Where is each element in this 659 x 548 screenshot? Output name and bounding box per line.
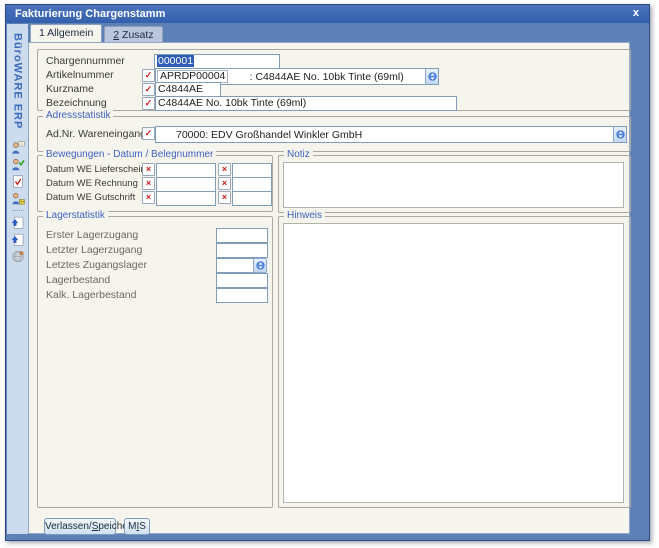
hinweis-textarea[interactable]	[283, 223, 624, 503]
lager-row-label: Kalk. Lagerbestand	[46, 289, 136, 301]
chargennummer-label: Chargennummer	[46, 55, 125, 67]
lagerbestand-input[interactable]	[216, 273, 268, 288]
beleg-rechnung-input[interactable]	[232, 177, 272, 192]
verlassen-speichern-button[interactable]: Verlassen/Speichern	[44, 518, 116, 535]
datum-rechnung-input[interactable]	[156, 177, 216, 192]
kurzname-label: Kurzname	[46, 83, 94, 95]
document-export-alt-icon[interactable]	[11, 233, 25, 246]
form-area: Chargennummer Artikelnummer Kurzname Bez…	[28, 42, 630, 534]
screen: Fakturierung Chargenstamm x 1 Allgemein …	[0, 0, 659, 548]
clear-datum-gutschrift-icon[interactable]: ×	[142, 191, 155, 204]
wareneingang-label: Ad.Nr. Wareneingang	[46, 128, 146, 140]
tab-zusatz[interactable]: 2 Zusatz	[104, 26, 162, 42]
beleg-gutschrift-input[interactable]	[232, 191, 272, 206]
wareneingang-check-icon[interactable]: ✓	[142, 127, 155, 140]
bewegungen-title: Bewegungen - Datum / Belegnummer	[43, 149, 216, 160]
lagerstatistik-group: Lagerstatistik Erster Lagerzugang Letzte…	[37, 216, 273, 508]
clear-beleg-gutschrift-icon[interactable]: ×	[218, 191, 231, 204]
datum-lieferschein-input[interactable]	[156, 163, 216, 178]
bezeichnung-label: Bezeichnung	[46, 97, 107, 109]
adressstatistik-title: Adressstatistik	[43, 110, 113, 121]
notiz-textarea[interactable]	[283, 162, 624, 208]
bewegung-row-label: Datum WE Rechnung	[46, 178, 138, 189]
brand-logo: BüroWARE ERP	[12, 24, 24, 133]
updown-icon	[428, 71, 437, 82]
globe-icon[interactable]	[11, 250, 25, 263]
close-icon[interactable]: x	[633, 7, 639, 19]
sidebar-toolbar	[11, 141, 25, 263]
tab-allgemein[interactable]: 1 Allgemein	[30, 24, 102, 42]
document-export-icon[interactable]	[11, 216, 25, 229]
beleg-lieferschein-input[interactable]	[232, 163, 272, 178]
notiz-title: Notiz	[284, 149, 313, 160]
user-note-icon[interactable]	[11, 141, 25, 154]
erster-lagerzugang-input[interactable]	[216, 228, 268, 243]
clear-beleg-rechnung-icon[interactable]: ×	[218, 177, 231, 190]
datum-gutschrift-input[interactable]	[156, 191, 216, 206]
clear-datum-rechnung-icon[interactable]: ×	[142, 177, 155, 190]
notiz-group: Notiz	[278, 155, 631, 213]
lager-row-label: Letzter Lagerzugang	[46, 244, 142, 256]
lager-row-label: Erster Lagerzugang	[46, 229, 138, 241]
wareneingang-value: 70000: EDV Großhandel Winkler GmbH	[156, 129, 613, 141]
bewegung-row-label: Datum WE Gutschrift	[46, 192, 135, 203]
updown-icon	[256, 260, 265, 271]
toolbar-divider	[12, 210, 24, 211]
sidebar: BüroWARE ERP	[7, 24, 28, 534]
adressstatistik-group: Adressstatistik Ad.Nr. Wareneingang ✓ 70…	[37, 116, 631, 152]
tab-bar: 1 Allgemein 2 Zusatz	[30, 25, 163, 42]
zugangslager-input[interactable]	[216, 258, 255, 273]
bezeichnung-input[interactable]: C4844AE No. 10bk Tinte (69ml)	[155, 96, 457, 111]
kalk-lagerbestand-input[interactable]	[216, 288, 268, 303]
zugangslager-dropdown-button[interactable]	[253, 258, 267, 273]
bewegungen-group: Bewegungen - Datum / Belegnummer Datum W…	[37, 155, 273, 212]
wareneingang-dropdown-button[interactable]	[613, 127, 626, 142]
letzter-lagerzugang-input[interactable]	[216, 243, 268, 258]
document-check-icon[interactable]	[11, 175, 25, 188]
artikelnummer-label: Artikelnummer	[46, 69, 114, 81]
lager-row-label: Lagerbestand	[46, 274, 110, 286]
updown-icon	[616, 129, 625, 140]
mis-button[interactable]: MIS	[124, 518, 150, 535]
window: Fakturierung Chargenstamm x 1 Allgemein …	[5, 4, 650, 541]
artikelnummer-check-icon[interactable]: ✓	[142, 69, 155, 82]
identification-group: Chargennummer Artikelnummer Kurzname Bez…	[37, 49, 631, 111]
clear-beleg-lieferschein-icon[interactable]: ×	[218, 163, 231, 176]
kurzname-check-icon[interactable]: ✓	[142, 83, 155, 96]
hinweis-title: Hinweis	[284, 210, 325, 221]
hinweis-group: Hinweis	[278, 216, 631, 508]
chargennummer-input[interactable]: 000001	[154, 54, 280, 69]
bezeichnung-check-icon[interactable]: ✓	[142, 97, 155, 110]
user-check-icon[interactable]	[11, 158, 25, 171]
lager-row-label: Letztes Zugangslager	[46, 259, 147, 271]
window-title: Fakturierung Chargenstamm	[6, 8, 165, 20]
clear-datum-lieferschein-icon[interactable]: ×	[142, 163, 155, 176]
kurzname-input[interactable]: C4844AE	[155, 82, 221, 97]
artikelnummer-dropdown-button[interactable]	[425, 69, 438, 84]
titlebar: Fakturierung Chargenstamm x	[6, 5, 649, 23]
artikelnummer-description: : C4844AE No. 10bk Tinte (69ml)	[228, 71, 425, 83]
bewegung-row-label: Datum WE Lieferschein	[46, 164, 146, 175]
lagerstatistik-title: Lagerstatistik	[43, 210, 108, 221]
user-package-icon[interactable]	[11, 192, 25, 205]
wareneingang-combo[interactable]: 70000: EDV Großhandel Winkler GmbH	[155, 126, 627, 143]
